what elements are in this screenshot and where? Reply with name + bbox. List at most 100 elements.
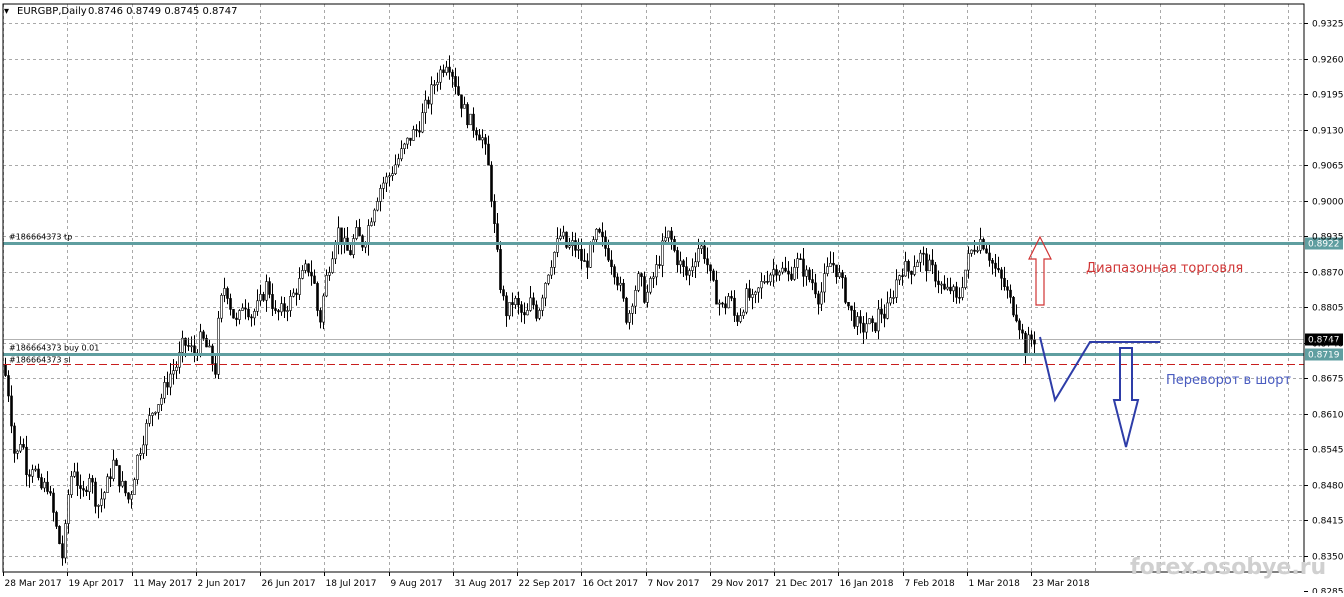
candle-body xyxy=(712,270,715,281)
candle-body xyxy=(1024,332,1027,355)
candle-body xyxy=(142,444,145,454)
candle-body xyxy=(298,278,301,295)
candle-body xyxy=(295,292,298,295)
candle-body xyxy=(106,476,109,493)
x-tick-label: 22 Sep 2017 xyxy=(519,579,576,589)
sl-order-label: #186664373 sl xyxy=(9,356,70,365)
candle-body xyxy=(688,270,691,276)
candle-body xyxy=(976,250,979,252)
candle-body xyxy=(10,395,13,427)
candle-body xyxy=(373,209,376,223)
candle-body xyxy=(361,235,364,248)
candle-body xyxy=(187,345,190,347)
y-tick-label: 0.8675 xyxy=(1312,375,1344,385)
candle-body xyxy=(124,480,127,494)
candle-body xyxy=(241,307,244,311)
candle-body xyxy=(778,271,781,276)
candle-body xyxy=(697,248,700,263)
candle-body xyxy=(256,300,259,312)
candle xyxy=(217,310,220,380)
candle-body xyxy=(631,305,634,314)
y-tick-label: 0.9260 xyxy=(1312,56,1344,66)
candle-body xyxy=(214,363,217,375)
candle-body xyxy=(283,303,286,312)
candle-body xyxy=(742,311,745,316)
candle-body xyxy=(958,297,961,299)
x-tick-label: 28 Mar 2017 xyxy=(5,579,62,589)
candle-body xyxy=(868,318,871,325)
candle-body xyxy=(598,228,601,233)
candle-body xyxy=(46,481,49,492)
candle-body xyxy=(49,491,52,494)
candle-body xyxy=(301,270,304,279)
candle-body xyxy=(496,223,499,250)
candle xyxy=(220,293,223,323)
candle-body xyxy=(442,69,445,73)
candle-body xyxy=(892,297,895,299)
candle-body xyxy=(844,277,847,303)
candle-body xyxy=(313,275,316,284)
candle-body xyxy=(409,137,412,141)
candle-body xyxy=(823,273,826,293)
candle-body xyxy=(619,282,622,286)
candle-body xyxy=(247,308,250,318)
candle-body xyxy=(487,143,490,166)
candle-body xyxy=(526,310,529,316)
header-arrow-icon[interactable]: ▾ xyxy=(4,6,9,17)
candle-body xyxy=(397,158,400,166)
candle-body xyxy=(67,494,70,524)
candle xyxy=(547,274,550,286)
candle-body xyxy=(109,476,112,479)
x-tick-label: 7 Nov 2017 xyxy=(648,579,700,589)
candle-body xyxy=(766,281,769,283)
candle-body xyxy=(19,444,22,452)
x-tick-label: 1 Mar 2018 xyxy=(969,579,1021,589)
candle-body xyxy=(580,248,583,261)
candle-body xyxy=(862,322,865,333)
candle-body xyxy=(94,481,97,507)
x-tick-label: 29 Nov 2017 xyxy=(712,579,770,589)
candle-body xyxy=(172,370,175,375)
candle xyxy=(133,477,136,495)
candle-body xyxy=(151,412,154,416)
candle-body xyxy=(1018,320,1021,331)
candle-body xyxy=(685,266,688,276)
candle-body xyxy=(430,84,433,105)
candle-body xyxy=(376,201,379,211)
y-tick-label: 0.8415 xyxy=(1312,517,1344,527)
x-tick-label: 16 Oct 2017 xyxy=(583,579,639,589)
candle-body xyxy=(100,498,103,506)
candle-body xyxy=(4,364,7,376)
candle-body xyxy=(913,266,916,275)
candle-body xyxy=(457,86,460,96)
candle-body xyxy=(988,252,991,261)
candle-body xyxy=(1015,314,1018,322)
candle-body xyxy=(244,307,247,310)
candle-body xyxy=(922,252,925,255)
candle-body xyxy=(334,243,337,260)
candle-body xyxy=(400,148,403,160)
y-tick-label: 0.9195 xyxy=(1312,91,1344,101)
candle-body xyxy=(520,304,523,313)
x-tick-label: 2 Jun 2017 xyxy=(198,579,246,589)
candle-body xyxy=(1033,339,1036,345)
candle-body xyxy=(493,200,496,224)
candle-body xyxy=(961,287,964,298)
candle-body xyxy=(160,397,163,405)
candle-body xyxy=(79,485,82,489)
candle-body xyxy=(340,227,343,245)
candle-body xyxy=(139,453,142,456)
candle-body xyxy=(148,415,151,424)
candle-body xyxy=(1003,277,1006,287)
candle-body xyxy=(835,264,838,278)
candle-body xyxy=(553,252,556,268)
candle-body xyxy=(319,310,322,323)
candle-body xyxy=(235,317,238,320)
candle-body xyxy=(481,137,484,141)
candle-body xyxy=(223,288,226,296)
candle-body xyxy=(850,305,853,311)
candle xyxy=(649,276,652,295)
candle xyxy=(55,510,58,530)
candle-body xyxy=(394,164,397,174)
candle-body xyxy=(310,271,313,277)
